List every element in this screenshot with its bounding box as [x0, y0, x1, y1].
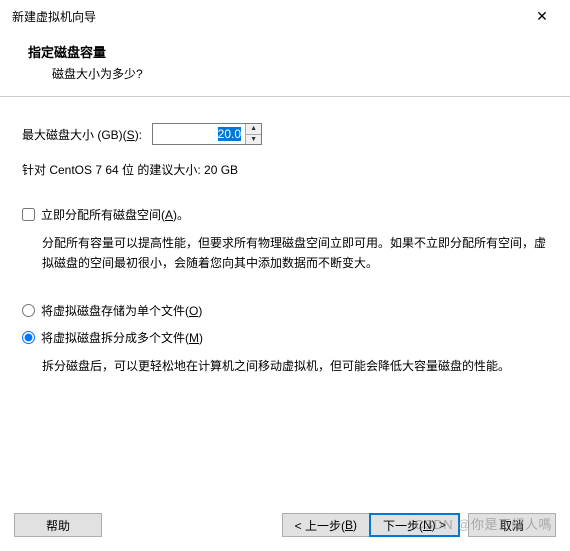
- allocate-now-label[interactable]: 立即分配所有磁盘空间(A)。: [41, 206, 189, 223]
- spinner-buttons: ▲ ▼: [245, 124, 261, 144]
- recommended-size-text: 针对 CentOS 7 64 位 的建议大小: 20 GB: [22, 161, 548, 178]
- single-file-label[interactable]: 将虚拟磁盘存储为单个文件(O): [41, 302, 202, 319]
- wizard-header: 指定磁盘容量 磁盘大小为多少?: [0, 32, 570, 97]
- close-icon: ✕: [536, 8, 548, 25]
- allocate-now-row: 立即分配所有磁盘空间(A)。: [22, 206, 548, 223]
- page-title: 指定磁盘容量: [28, 42, 546, 61]
- multi-file-row: 将虚拟磁盘拆分成多个文件(M): [22, 329, 548, 346]
- wizard-footer: 帮助 < 上一步(B) 下一步(N) > 取消: [0, 503, 570, 551]
- single-file-row: 将虚拟磁盘存储为单个文件(O): [22, 302, 548, 319]
- help-button[interactable]: 帮助: [14, 513, 102, 537]
- cancel-button[interactable]: 取消: [468, 513, 556, 537]
- spinner-up-button[interactable]: ▲: [246, 124, 261, 135]
- multi-file-radio[interactable]: [22, 331, 35, 344]
- disk-size-input[interactable]: [153, 124, 245, 144]
- back-button[interactable]: < 上一步(B): [282, 513, 370, 537]
- allocate-now-description: 分配所有容量可以提高性能，但要求所有物理磁盘空间立即可用。如果不立即分配所有空间…: [22, 233, 548, 274]
- wizard-content: 最大磁盘大小 (GB)(S): ▲ ▼ 针对 CentOS 7 64 位 的建议…: [0, 97, 570, 507]
- disk-size-row: 最大磁盘大小 (GB)(S): ▲ ▼: [22, 123, 548, 145]
- spinner-down-button[interactable]: ▼: [246, 135, 261, 145]
- multi-file-label[interactable]: 将虚拟磁盘拆分成多个文件(M): [41, 329, 203, 346]
- disk-size-label: 最大磁盘大小 (GB)(S):: [22, 126, 142, 143]
- next-button[interactable]: 下一步(N) >: [369, 513, 460, 537]
- single-file-radio[interactable]: [22, 304, 35, 317]
- title-bar: 新建虚拟机向导 ✕: [0, 0, 570, 32]
- window-title: 新建虚拟机向导: [12, 8, 522, 25]
- allocate-now-checkbox[interactable]: [22, 208, 35, 221]
- page-subtitle: 磁盘大小为多少?: [28, 65, 546, 82]
- nav-button-group: < 上一步(B) 下一步(N) >: [282, 513, 460, 537]
- close-button[interactable]: ✕: [522, 2, 562, 30]
- disk-size-spinner[interactable]: ▲ ▼: [152, 123, 262, 145]
- split-description: 拆分磁盘后，可以更轻松地在计算机之间移动虚拟机，但可能会降低大容量磁盘的性能。: [22, 356, 548, 376]
